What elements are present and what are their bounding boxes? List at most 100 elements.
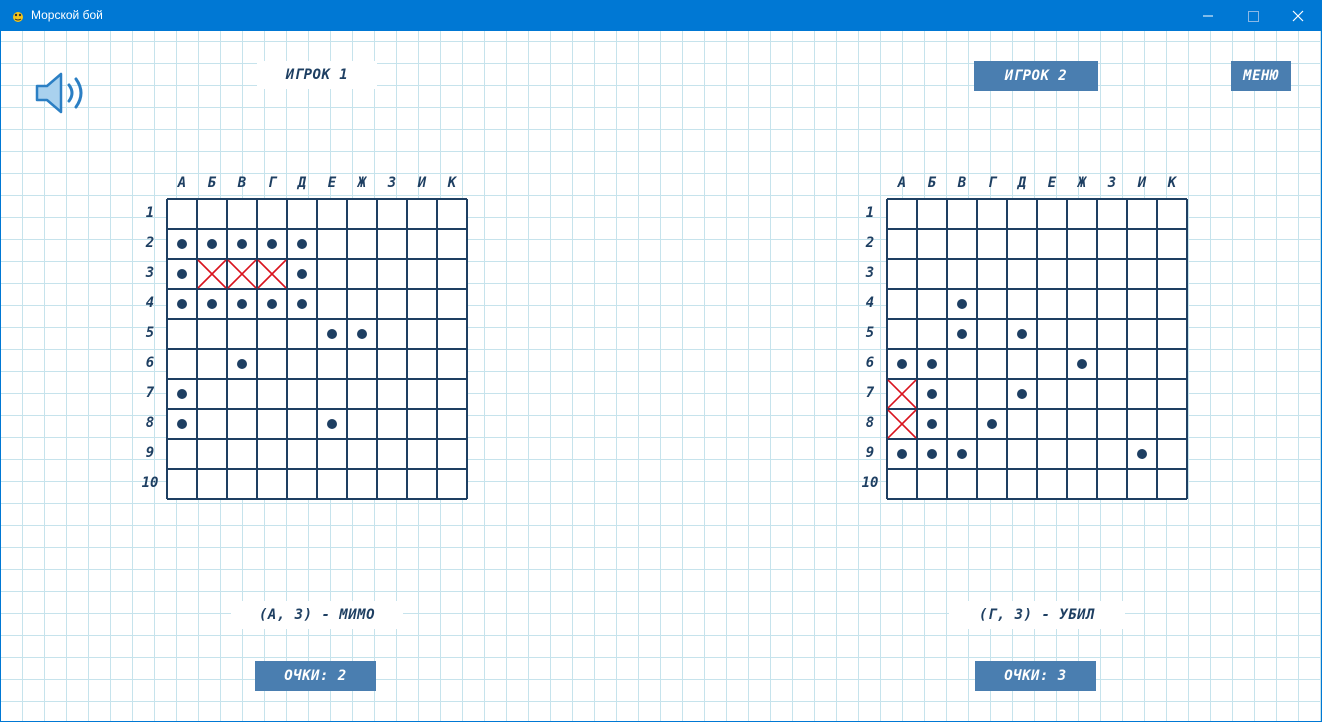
board-cell[interactable] [407, 469, 437, 499]
board-cell[interactable] [1097, 289, 1127, 319]
maximize-button[interactable] [1231, 1, 1277, 31]
board-cell[interactable] [347, 379, 377, 409]
board-cell[interactable] [1127, 199, 1157, 229]
board-cell[interactable] [257, 319, 287, 349]
board-cell[interactable] [947, 349, 977, 379]
board-cell[interactable] [407, 229, 437, 259]
board-cell[interactable] [1097, 379, 1127, 409]
board-cell[interactable] [1007, 199, 1037, 229]
board-cell[interactable] [437, 439, 467, 469]
board-cell[interactable] [317, 229, 347, 259]
board-cell[interactable] [1157, 229, 1187, 259]
board-cell[interactable] [197, 199, 227, 229]
board-cell[interactable] [407, 319, 437, 349]
board-cell[interactable] [977, 439, 1007, 469]
board-cell[interactable] [167, 349, 197, 379]
board-cell[interactable] [227, 469, 257, 499]
board-cell[interactable] [257, 439, 287, 469]
board-cell[interactable] [1067, 409, 1097, 439]
board-cell[interactable] [437, 409, 467, 439]
board-cell[interactable] [977, 259, 1007, 289]
board-cell[interactable] [347, 289, 377, 319]
board-cell[interactable] [1157, 259, 1187, 289]
board-cell[interactable] [1037, 319, 1067, 349]
board-cell[interactable] [1157, 199, 1187, 229]
board-cell[interactable] [1037, 199, 1067, 229]
board-cell[interactable] [1127, 229, 1157, 259]
board-cell[interactable] [917, 319, 947, 349]
board-cell[interactable] [197, 319, 227, 349]
board-cell[interactable] [377, 439, 407, 469]
board-cell[interactable] [347, 199, 377, 229]
board-cell[interactable] [1157, 319, 1187, 349]
board-cell[interactable] [167, 199, 197, 229]
board-cell[interactable] [1097, 319, 1127, 349]
board-cell[interactable] [347, 469, 377, 499]
board-cell[interactable] [377, 409, 407, 439]
board-cell[interactable] [1097, 409, 1127, 439]
board-cell[interactable] [437, 199, 467, 229]
board-cell[interactable] [977, 379, 1007, 409]
board-cell[interactable] [947, 469, 977, 499]
board-cell[interactable] [407, 349, 437, 379]
board-cell[interactable] [1127, 259, 1157, 289]
board-cell[interactable] [437, 259, 467, 289]
board-cell[interactable] [437, 319, 467, 349]
minimize-button[interactable] [1185, 1, 1231, 31]
board-cell[interactable] [377, 469, 407, 499]
board-cell[interactable] [227, 439, 257, 469]
board-cell[interactable] [197, 469, 227, 499]
board-cell[interactable] [167, 319, 197, 349]
board-cell[interactable] [1097, 259, 1127, 289]
board-cell[interactable] [1157, 349, 1187, 379]
board-cell[interactable] [1037, 439, 1067, 469]
board-cell[interactable] [1067, 379, 1097, 409]
board-cell[interactable] [347, 409, 377, 439]
board-cell[interactable] [977, 319, 1007, 349]
board-cell[interactable] [1067, 289, 1097, 319]
board-cell[interactable] [977, 349, 1007, 379]
board-cell[interactable] [887, 229, 917, 259]
board-cell[interactable] [1127, 289, 1157, 319]
board-cell[interactable] [1127, 469, 1157, 499]
board-cell[interactable] [287, 439, 317, 469]
board-cell[interactable] [1007, 439, 1037, 469]
board-cell[interactable] [287, 409, 317, 439]
board-cell[interactable] [377, 349, 407, 379]
board-cell[interactable] [1157, 379, 1187, 409]
board-cell[interactable] [167, 439, 197, 469]
board-cell[interactable] [407, 289, 437, 319]
board-cell[interactable] [437, 229, 467, 259]
board-cell[interactable] [287, 469, 317, 499]
board-cell[interactable] [317, 349, 347, 379]
board-cell[interactable] [197, 379, 227, 409]
board-cell[interactable] [917, 469, 947, 499]
board-cell[interactable] [1127, 379, 1157, 409]
board-cell[interactable] [377, 319, 407, 349]
board-cell[interactable] [197, 349, 227, 379]
board-cell[interactable] [1067, 259, 1097, 289]
board-cell[interactable] [1037, 229, 1067, 259]
board-cell[interactable] [227, 379, 257, 409]
board-cell[interactable] [1097, 349, 1127, 379]
board-cell[interactable] [887, 289, 917, 319]
board-cell[interactable] [1007, 469, 1037, 499]
board-cell[interactable] [407, 199, 437, 229]
board-cell[interactable] [1097, 229, 1127, 259]
board-cell[interactable] [1157, 289, 1187, 319]
board-cell[interactable] [1007, 259, 1037, 289]
board-cell[interactable] [377, 199, 407, 229]
board-cell[interactable] [1037, 349, 1067, 379]
board-cell[interactable] [437, 469, 467, 499]
board-cell[interactable] [977, 229, 1007, 259]
board-cell[interactable] [1037, 289, 1067, 319]
board-cell[interactable] [257, 199, 287, 229]
board-cell[interactable] [437, 289, 467, 319]
board-cell[interactable] [407, 409, 437, 439]
board-cell[interactable] [227, 199, 257, 229]
board-cell[interactable] [977, 289, 1007, 319]
board-cell[interactable] [317, 469, 347, 499]
board-cell[interactable] [1127, 409, 1157, 439]
board-cell[interactable] [347, 349, 377, 379]
board-cell[interactable] [1067, 229, 1097, 259]
